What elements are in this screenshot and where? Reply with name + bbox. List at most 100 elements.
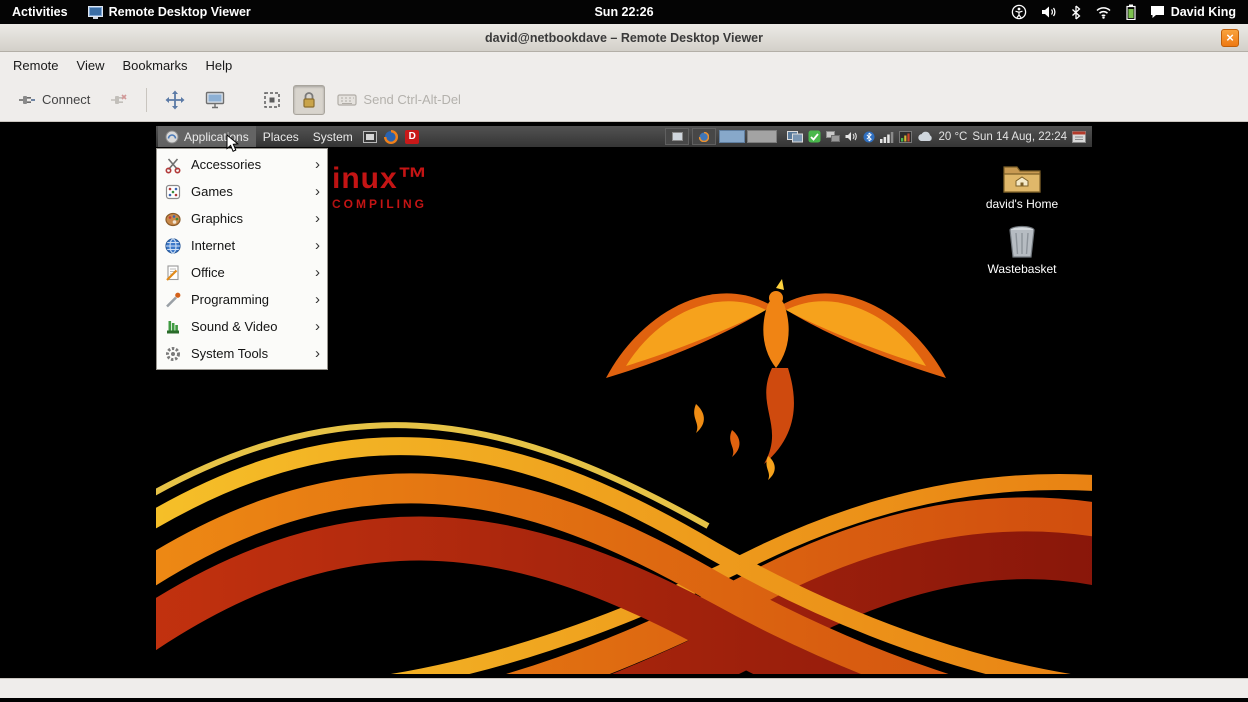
menu-item-internet[interactable]: Internet <box>157 232 327 259</box>
send-ctrl-alt-del-button[interactable]: Send Ctrl-Alt-Del <box>329 86 469 113</box>
wastebasket-desktop-icon[interactable]: Wastebasket <box>988 225 1057 276</box>
programming-icon <box>164 291 182 309</box>
menu-bookmarks[interactable]: Bookmarks <box>113 54 196 77</box>
toolbar-separator-1 <box>146 88 147 112</box>
panel-menu-system-label: System <box>313 130 353 144</box>
graphics-icon <box>164 210 182 228</box>
wifi-icon[interactable] <box>1095 6 1112 19</box>
close-button[interactable] <box>1221 29 1239 47</box>
window-menubar: Remote View Bookmarks Help <box>0 52 1248 78</box>
window-list-item-2[interactable] <box>692 128 716 145</box>
menu-item-office[interactable]: Office <box>157 259 327 286</box>
menu-item-accessories[interactable]: Accessories <box>157 151 327 178</box>
menu-item-graphics[interactable]: Graphics <box>157 205 327 232</box>
submenu-arrow-icon <box>315 265 320 280</box>
panel-menu-applications[interactable]: Applications <box>158 126 256 147</box>
firefox-icon <box>384 130 398 144</box>
remote-panel: Applications Places System <box>156 126 1092 147</box>
menu-item-label: Games <box>191 184 233 199</box>
top-bar-left: Activities Remote Desktop Viewer <box>0 5 251 19</box>
menu-item-system-tools[interactable]: System Tools <box>157 340 327 367</box>
shell-app-menu[interactable]: Remote Desktop Viewer <box>88 5 251 19</box>
submenu-arrow-icon <box>315 292 320 307</box>
menu-item-sound-video[interactable]: Sound & Video <box>157 313 327 340</box>
tray-calendar-icon[interactable] <box>1072 130 1086 143</box>
remote-screen[interactable]: inux™ COMPILING Applications Places Syst… <box>156 126 1092 674</box>
workspace-pager-inactive[interactable] <box>747 130 777 143</box>
volume-icon[interactable] <box>1041 5 1057 19</box>
remote-desktop-viewer-window: david@netbookdave – Remote Desktop Viewe… <box>0 24 1248 698</box>
updates-ok-icon[interactable] <box>808 130 821 143</box>
window-list-item-1[interactable] <box>665 128 689 145</box>
home-icon-label: david's Home <box>986 197 1058 211</box>
shell-clock[interactable]: Sun 22:26 <box>594 5 653 19</box>
disconnect-button[interactable] <box>102 86 136 114</box>
panel-menu-places-label: Places <box>263 130 299 144</box>
user-name: David King <box>1171 5 1236 19</box>
activities-button[interactable]: Activities <box>12 5 68 19</box>
screenshot-icon <box>205 91 225 109</box>
system-tools-icon <box>164 345 182 363</box>
menu-item-label: Graphics <box>191 211 243 226</box>
battery-icon[interactable] <box>1126 4 1136 20</box>
menu-help[interactable]: Help <box>197 54 242 77</box>
menu-item-label: Programming <box>191 292 269 307</box>
office-icon <box>164 264 182 282</box>
home-desktop-icon[interactable]: david's Home <box>986 162 1058 211</box>
browser-launcher[interactable] <box>382 127 401 146</box>
top-bar-right: David King <box>1011 4 1248 20</box>
menu-item-label: Accessories <box>191 157 261 172</box>
submenu-arrow-icon <box>315 346 320 361</box>
menu-item-label: System Tools <box>191 346 268 361</box>
lock-icon <box>301 91 317 109</box>
wastebasket-icon <box>1007 225 1037 259</box>
desktop-icons: david's Home Wastebasket <box>972 162 1072 276</box>
d-launcher[interactable]: D <box>403 127 422 146</box>
chat-bubble-icon <box>1150 5 1165 19</box>
d-launcher-icon: D <box>405 130 419 144</box>
panel-menu-system[interactable]: System <box>306 126 360 147</box>
fullscreen-button[interactable] <box>157 84 193 116</box>
menu-remote[interactable]: Remote <box>4 54 68 77</box>
window-titlebar[interactable]: david@netbookdave – Remote Desktop Viewe… <box>0 24 1248 52</box>
dual-display-icon[interactable] <box>787 131 803 143</box>
menu-item-games[interactable]: Games <box>157 178 327 205</box>
applications-menu-icon <box>165 130 179 144</box>
accessories-icon <box>164 156 182 174</box>
weather-cloud-icon[interactable] <box>917 131 933 142</box>
view-only-toggle-button[interactable] <box>293 85 325 115</box>
send-ctrl-alt-del-label: Send Ctrl-Alt-Del <box>363 92 461 107</box>
connect-button[interactable]: Connect <box>10 86 98 114</box>
menu-view[interactable]: View <box>68 54 114 77</box>
signal-bars-icon[interactable] <box>880 131 894 143</box>
gnome-top-bar: Activities Remote Desktop Viewer Sun 22:… <box>0 0 1248 24</box>
screenshot-button[interactable] <box>197 85 233 115</box>
submenu-arrow-icon <box>315 157 320 172</box>
panel-bluetooth-icon[interactable] <box>863 131 875 143</box>
window-list-item-2-icon <box>699 132 709 142</box>
shell-app-title: Remote Desktop Viewer <box>109 5 251 19</box>
scaling-toggle-button[interactable] <box>255 85 289 115</box>
panel-menu-places[interactable]: Places <box>256 126 306 147</box>
bluetooth-icon[interactable] <box>1071 5 1081 20</box>
connect-label: Connect <box>42 92 90 107</box>
submenu-arrow-icon <box>315 319 320 334</box>
system-tray: 20 °C Sun 14 Aug, 22:24 <box>783 130 1090 143</box>
accessibility-icon[interactable] <box>1011 4 1027 20</box>
temperature-label[interactable]: 20 °C <box>938 131 967 143</box>
app-window-icon <box>88 6 103 19</box>
window-list-item-1-icon <box>672 132 683 141</box>
menu-item-programming[interactable]: Programming <box>157 286 327 313</box>
submenu-arrow-icon <box>315 211 320 226</box>
user-menu[interactable]: David King <box>1150 5 1236 19</box>
panel-volume-icon[interactable] <box>845 131 858 142</box>
network-icon[interactable] <box>826 131 840 143</box>
system-monitor-icon[interactable] <box>899 131 912 143</box>
panel-clock[interactable]: Sun 14 Aug, 22:24 <box>972 131 1067 143</box>
panel-menu-applications-label: Applications <box>184 130 249 144</box>
screenshot-launcher-icon <box>363 131 377 143</box>
keyboard-icon <box>337 93 357 107</box>
window-toolbar: Connect <box>0 78 1248 122</box>
workspace-pager-active[interactable] <box>719 130 745 143</box>
screenshot-launcher[interactable] <box>361 127 380 146</box>
